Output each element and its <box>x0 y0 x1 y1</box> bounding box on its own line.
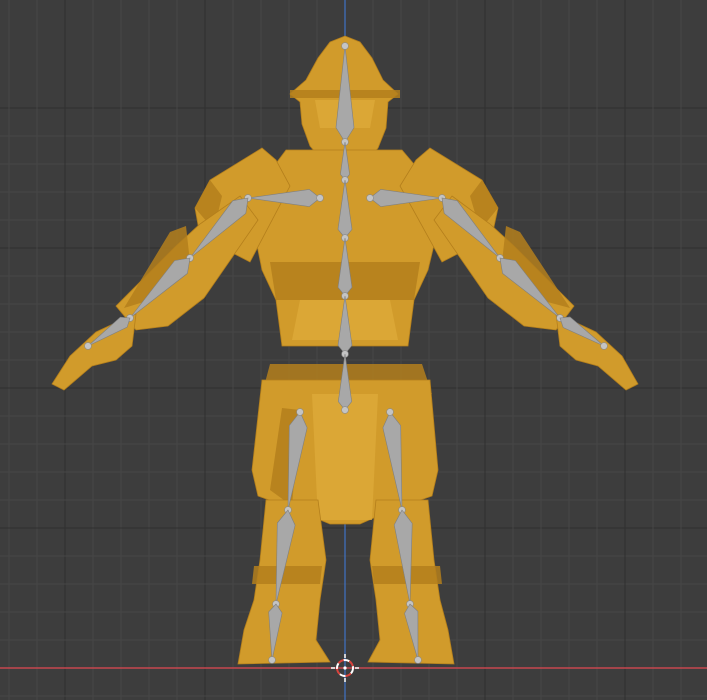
bone-joint[interactable] <box>600 342 608 350</box>
bone-joint[interactable] <box>366 194 374 202</box>
bone-joint[interactable] <box>84 342 92 350</box>
bone-joint[interactable] <box>316 194 324 202</box>
bone-joint[interactable] <box>296 408 304 416</box>
bone-joint[interactable] <box>341 406 349 414</box>
bone-joint[interactable] <box>414 656 422 664</box>
bone-joint[interactable] <box>386 408 394 416</box>
3d-viewport[interactable] <box>0 0 707 700</box>
shin-guard-left <box>252 566 322 584</box>
bone-joint[interactable] <box>341 42 349 50</box>
bone-joint[interactable] <box>268 656 276 664</box>
